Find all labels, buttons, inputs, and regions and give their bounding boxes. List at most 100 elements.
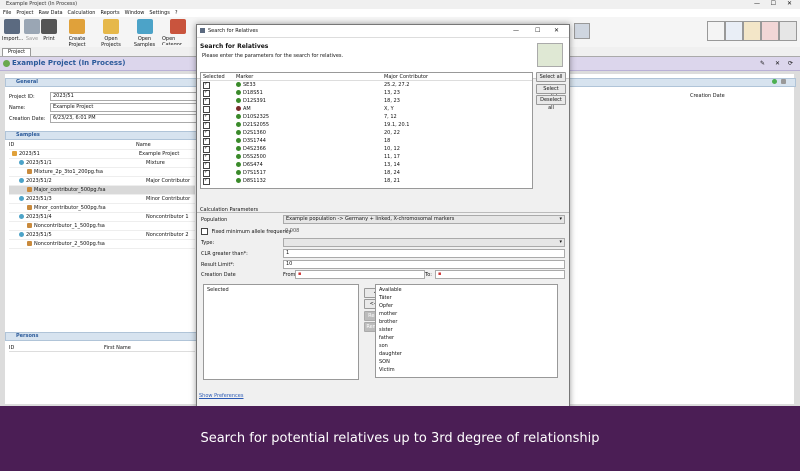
- table-row[interactable]: 2023/51/2 Major Contributor: [9, 177, 195, 186]
- marker-checkbox[interactable]: [203, 81, 210, 89]
- marker-checkbox[interactable]: [203, 177, 210, 185]
- menu-window[interactable]: Window: [125, 10, 145, 16]
- name-field[interactable]: Example Project: [50, 103, 198, 112]
- samples-col-id[interactable]: ID: [9, 142, 136, 149]
- marker-row[interactable]: D12S391 18, 23: [201, 97, 532, 105]
- marker-row[interactable]: D10S2325 7, 12: [201, 113, 532, 121]
- grid-icon[interactable]: [779, 21, 797, 41]
- population-select[interactable]: Example population -> Germany + linked, …: [283, 215, 565, 224]
- marker-row[interactable]: SE33 25.2, 27.2: [201, 81, 532, 89]
- create-project-button[interactable]: Create Project: [60, 19, 94, 48]
- project-id-field[interactable]: 2023/51: [50, 92, 198, 101]
- open-categories-button[interactable]: Open Categor: [162, 19, 196, 45]
- general-section-header[interactable]: General: [5, 78, 203, 87]
- show-preferences-link[interactable]: Show Preferences: [199, 393, 244, 399]
- marker-checkbox[interactable]: [203, 89, 210, 97]
- marker-row[interactable]: D4S2366 10, 12: [201, 145, 532, 153]
- refresh-icon[interactable]: ⟳: [788, 60, 793, 67]
- menu-raw-data[interactable]: Raw Data: [38, 10, 62, 16]
- table-row[interactable]: Mixture_2p_3to1_200pg.fsa: [9, 168, 195, 177]
- persons-col-id[interactable]: ID: [9, 345, 104, 351]
- table-row[interactable]: 2023/51/3 Minor Contributor: [9, 195, 195, 204]
- marker-checkbox[interactable]: [203, 153, 210, 161]
- table-row[interactable]: 2023/51/4 Noncontributor 1: [9, 213, 195, 222]
- marker-row[interactable]: D2S1360 20, 22: [201, 129, 532, 137]
- persons-section-header[interactable]: Persons: [5, 332, 203, 341]
- view-icon[interactable]: [574, 23, 590, 39]
- save-button[interactable]: Save: [24, 19, 40, 45]
- table-row[interactable]: Noncontributor_2_500pg.fsa: [9, 240, 195, 249]
- marker-row[interactable]: D7S1517 18, 24: [201, 169, 532, 177]
- marker-checkbox[interactable]: [203, 145, 210, 153]
- col-major-contributor[interactable]: Major Contributor: [384, 74, 428, 80]
- table-row[interactable]: Noncontributor_1_500pg.fsa: [9, 222, 195, 231]
- table-row[interactable]: Major_contributor_500pg.fsa: [9, 186, 195, 195]
- family-icon[interactable]: [761, 21, 779, 41]
- marker-checkbox[interactable]: [203, 169, 210, 177]
- available-list-item[interactable]: Victim: [379, 367, 554, 375]
- table-row[interactable]: 2023/51 Example Project: [9, 150, 195, 159]
- from-date-input[interactable]: ▪: [295, 270, 425, 279]
- maximize-icon[interactable]: ☐: [771, 0, 776, 7]
- marker-row[interactable]: D8S1132 18, 21: [201, 177, 532, 185]
- calendar-icon[interactable]: ▪: [298, 271, 301, 277]
- clr-input[interactable]: 1: [283, 249, 565, 258]
- add-icon[interactable]: [772, 79, 777, 84]
- edit-icon[interactable]: ✎: [760, 60, 765, 67]
- persons-col-first-name[interactable]: First Name: [104, 345, 131, 351]
- menu-help[interactable]: ?: [175, 10, 178, 16]
- marker-checkbox[interactable]: [203, 137, 210, 145]
- import-button[interactable]: Import...: [2, 19, 23, 45]
- available-list-item[interactable]: SON: [379, 359, 554, 367]
- col-marker[interactable]: Marker: [236, 74, 384, 80]
- marker-row[interactable]: D21S2055 19.1, 20.1: [201, 121, 532, 129]
- result-limit-input[interactable]: 10: [283, 260, 565, 269]
- dialog-minimize-icon[interactable]: —: [513, 27, 519, 34]
- samples-section-header[interactable]: Samples: [5, 131, 203, 140]
- menu-calculation[interactable]: Calculation: [68, 10, 96, 16]
- select-valid-button[interactable]: Select valid: [536, 84, 566, 100]
- marker-row[interactable]: D3S1744 18: [201, 137, 532, 145]
- table-row[interactable]: Minor_contributor_500pg.fsa: [9, 204, 195, 213]
- available-list-item[interactable]: Opfer: [379, 303, 554, 311]
- available-list-item[interactable]: daughter: [379, 351, 554, 359]
- print-button[interactable]: Print: [41, 19, 57, 45]
- fixed-freq-checkbox[interactable]: [201, 228, 208, 235]
- available-list-item[interactable]: Täter: [379, 295, 554, 303]
- dialog-close-icon[interactable]: ✕: [554, 27, 559, 34]
- samples-col-name[interactable]: Name: [136, 142, 151, 149]
- marker-row[interactable]: D18S51 13, 23: [201, 89, 532, 97]
- marker-checkbox[interactable]: [203, 97, 210, 105]
- open-samples-button[interactable]: Open Samples: [128, 19, 161, 48]
- creation-date-field[interactable]: 6/23/23, 6:01 PM: [50, 114, 198, 123]
- minimize-icon[interactable]: —: [754, 0, 760, 7]
- available-list-item[interactable]: father: [379, 335, 554, 343]
- marker-checkbox[interactable]: [203, 121, 210, 129]
- select-all-button[interactable]: Select all: [536, 72, 566, 82]
- marker-checkbox[interactable]: [203, 161, 210, 169]
- marker-row[interactable]: D6S474 13, 14: [201, 161, 532, 169]
- to-date-input[interactable]: ▪: [435, 270, 565, 279]
- settings-icon[interactable]: [781, 79, 786, 84]
- marker-checkbox[interactable]: [203, 105, 210, 113]
- deselect-all-button[interactable]: Deselect all: [536, 95, 566, 111]
- available-list-item[interactable]: brother: [379, 319, 554, 327]
- available-list-item[interactable]: mother: [379, 311, 554, 319]
- menu-file[interactable]: File: [3, 10, 11, 16]
- close-project-icon[interactable]: ✕: [775, 60, 780, 67]
- marker-checkbox[interactable]: [203, 113, 210, 121]
- marker-row[interactable]: D5S2500 11, 17: [201, 153, 532, 161]
- open-projects-button[interactable]: Open Projects: [95, 19, 127, 48]
- dna-icon[interactable]: [725, 21, 743, 41]
- close-icon[interactable]: ✕: [787, 0, 792, 7]
- marker-checkbox[interactable]: [203, 129, 210, 137]
- table-row[interactable]: 2023/51/1 Mixture: [9, 159, 195, 168]
- available-list-item[interactable]: son: [379, 343, 554, 351]
- available-list[interactable]: Available Täter Opfer mother brother sister f…: [375, 284, 558, 378]
- menu-settings[interactable]: Settings: [149, 10, 170, 16]
- selected-list[interactable]: Selected: [203, 284, 359, 380]
- marker-row[interactable]: AM X, Y: [201, 105, 532, 113]
- tab-project[interactable]: Project: [2, 48, 32, 56]
- creation-date-column[interactable]: Creation Date: [690, 93, 725, 99]
- person-icon[interactable]: [743, 21, 761, 41]
